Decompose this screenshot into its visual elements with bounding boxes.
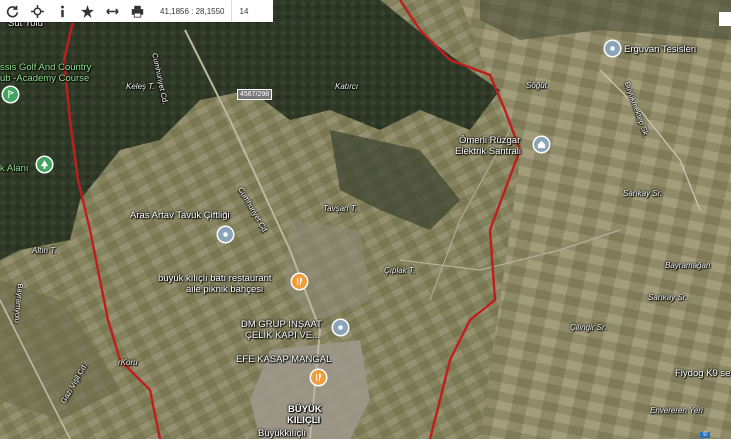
place-label: Elektrik Santrali: [455, 146, 521, 157]
print-icon[interactable]: [125, 0, 150, 22]
attribution-badge[interactable]: ©: [700, 432, 711, 438]
measure-icon[interactable]: [100, 0, 125, 22]
place-label: Tavşan T.: [323, 204, 358, 213]
place-label: Çilingir Sr.: [570, 323, 607, 332]
place-label: Bayramağan: [665, 261, 711, 270]
place-label: Erguvan Tesisleri: [624, 44, 697, 55]
restaurant-pin-icon[interactable]: [292, 274, 307, 289]
location-pin-icon[interactable]: [218, 227, 233, 242]
satellite-map[interactable]: [0, 0, 731, 439]
place-label: Ömerli Rüzgar: [459, 135, 521, 146]
place-label: k Alanı: [0, 163, 29, 174]
road-number-label: 4567/298: [237, 89, 273, 100]
village-label: BÜYÜK: [288, 404, 322, 415]
place-label: Katırcı: [335, 82, 359, 91]
location-pin-icon[interactable]: [333, 320, 348, 335]
place-label: Çıplak T.: [384, 266, 416, 275]
place-label: Sarıkay Sr.: [648, 293, 688, 302]
star-icon[interactable]: [75, 0, 100, 22]
info-icon[interactable]: [50, 0, 75, 22]
restaurant-pin-icon[interactable]: [311, 370, 326, 385]
place-label: DM GRUP İNŞAAT: [241, 319, 322, 330]
place-label: büyük kılıçlı batı restaurant: [158, 273, 272, 284]
corner-control[interactable]: [719, 12, 731, 26]
place-label: rKoru: [118, 358, 138, 367]
coordinates-readout: 41,1856 : 28,1550: [160, 6, 225, 16]
place-label: ssis Golf And Country: [0, 62, 92, 73]
place-label: Keleş T.: [126, 82, 155, 91]
locate-icon[interactable]: [25, 0, 50, 22]
place-label: ÇELİK KAPI VE...: [245, 330, 320, 341]
tree-pin-icon[interactable]: [37, 157, 52, 172]
place-label: Sarıkay Sr.: [623, 189, 663, 198]
place-label: ub -Academy Course: [0, 73, 90, 84]
place-label: Flydog K9 se: [675, 368, 731, 379]
village-label: KILIÇLI: [287, 415, 321, 426]
place-label: Aras Artav Tavuk Çiftliği: [130, 210, 230, 221]
place-label: EFE KASAP MANGAL: [236, 354, 332, 365]
place-label: Altın T.: [32, 246, 57, 255]
place-label: Söğüt: [526, 81, 547, 90]
map-toolbar: 41,1856 : 28,1550 14: [0, 0, 273, 22]
zoom-level: 14: [230, 0, 257, 22]
place-label: aile piknik bahçesi: [186, 284, 264, 295]
refresh-icon[interactable]: [0, 0, 25, 22]
golf-pin-icon[interactable]: [3, 87, 18, 102]
place-label: Envereren Yeri: [650, 406, 703, 415]
village-label: Büyükkılıçlı: [258, 428, 307, 439]
building-pin-icon[interactable]: [534, 137, 549, 152]
location-pin-icon[interactable]: [605, 41, 620, 56]
